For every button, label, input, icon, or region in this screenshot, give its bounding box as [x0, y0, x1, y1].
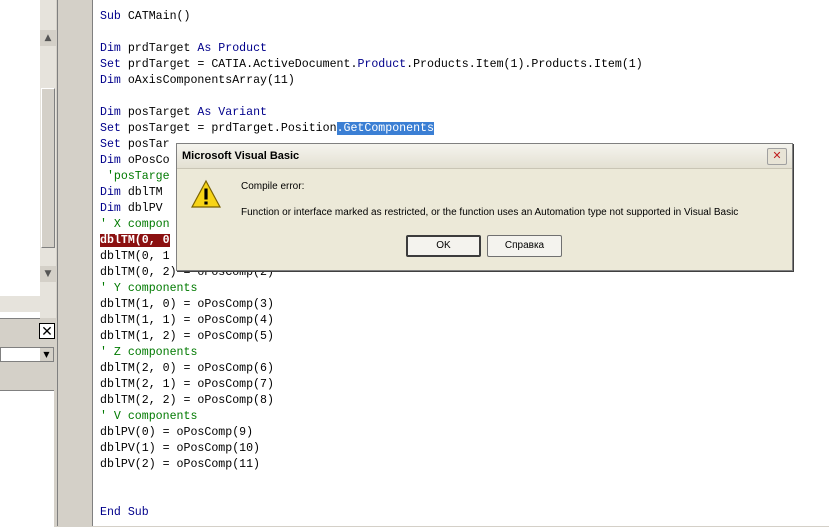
scroll-up-icon[interactable]: ▲: [40, 30, 56, 46]
project-explorer-panel: ▲ ▼ ✕ ▼: [0, 0, 57, 527]
warning-icon: [191, 179, 221, 208]
horizontal-scrollbar[interactable]: [0, 296, 40, 312]
dialog-titlebar[interactable]: Microsoft Visual Basic ✕: [177, 144, 792, 169]
code-line[interactable]: [100, 473, 643, 489]
code-line[interactable]: dblTM(2, 2) = oPosComp(8): [100, 393, 643, 409]
code-line[interactable]: dblTM(1, 0) = oPosComp(3): [100, 297, 643, 313]
code-line[interactable]: dblPV(2) = oPosComp(11): [100, 457, 643, 473]
close-icon[interactable]: ✕: [767, 148, 787, 165]
code-line[interactable]: [100, 25, 643, 41]
code-line[interactable]: [100, 89, 643, 105]
code-line[interactable]: Set prdTarget = CATIA.ActiveDocument.Pro…: [100, 57, 643, 73]
error-message: Function or interface marked as restrict…: [241, 207, 739, 218]
code-line[interactable]: dblTM(1, 2) = oPosComp(5): [100, 329, 643, 345]
close-panel-icon[interactable]: ✕: [39, 323, 55, 340]
code-line[interactable]: dblPV(0) = oPosComp(9): [100, 425, 643, 441]
code-line[interactable]: Dim prdTarget As Product: [100, 41, 643, 57]
code-line[interactable]: Set posTarget = prdTarget.Position.GetCo…: [100, 121, 643, 137]
dialog-title: Microsoft Visual Basic: [182, 150, 300, 162]
code-line[interactable]: ' V components: [100, 409, 643, 425]
error-heading: Compile error:: [241, 181, 305, 192]
code-line[interactable]: ' Y components: [100, 281, 643, 297]
code-line[interactable]: End Sub: [100, 505, 643, 521]
object-combo[interactable]: ▼: [0, 347, 54, 362]
chevron-down-icon[interactable]: ▼: [40, 348, 53, 361]
scroll-thumb[interactable]: [41, 88, 55, 248]
help-button[interactable]: Справка: [487, 235, 562, 257]
margin-indicator-bar[interactable]: [66, 0, 149, 526]
code-line[interactable]: dblTM(2, 0) = oPosComp(6): [100, 361, 643, 377]
code-line[interactable]: Dim oAxisComponentsArray(11): [100, 73, 643, 89]
code-line[interactable]: ' Z components: [100, 345, 643, 361]
code-line[interactable]: [100, 489, 643, 505]
code-line[interactable]: dblPV(1) = oPosComp(10): [100, 441, 643, 457]
code-line[interactable]: dblTM(1, 1) = oPosComp(4): [100, 313, 643, 329]
vertical-scrollbar[interactable]: ▲ ▼: [40, 0, 56, 318]
project-tree[interactable]: [0, 0, 40, 319]
properties-grid[interactable]: [0, 390, 54, 527]
code-line[interactable]: Dim posTarget As Variant: [100, 105, 643, 121]
error-dialog: Microsoft Visual Basic ✕ Compile error: …: [176, 143, 793, 271]
scroll-down-icon[interactable]: ▼: [40, 266, 56, 282]
ok-button[interactable]: OK: [406, 235, 481, 257]
code-line[interactable]: dblTM(2, 1) = oPosComp(7): [100, 377, 643, 393]
code-line[interactable]: Sub CATMain(): [100, 9, 643, 25]
